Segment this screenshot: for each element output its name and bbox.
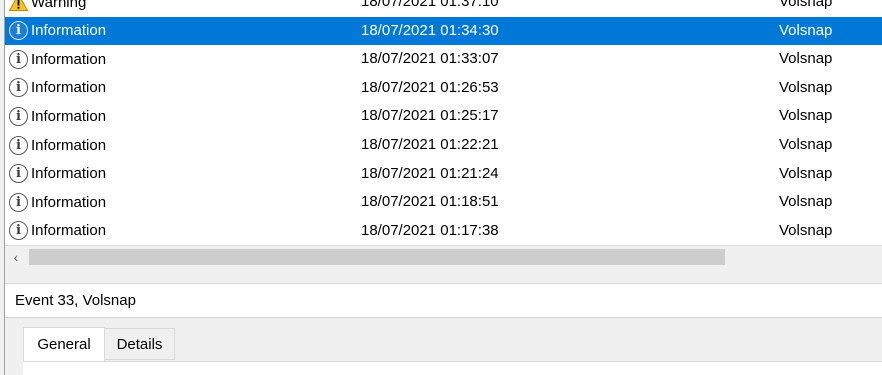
source-cell: Volsnap	[779, 136, 833, 153]
source-cell: Volsnap	[779, 164, 833, 182]
source-cell: Volsnap	[779, 50, 833, 68]
event-row[interactable]: i Information 18/07/2021 01:17:38 Volsnap	[5, 217, 882, 245]
event-row[interactable]: Warning 18/07/2021 01:37:10 Volsnap	[5, 0, 882, 16]
level-text: Information	[31, 79, 107, 97]
level-cell: i Information	[9, 102, 106, 130]
level-cell: i Information	[9, 74, 106, 102]
level-cell: i Information	[9, 188, 106, 216]
source-cell: Volsnap	[779, 21, 833, 39]
event-details-tabs: General Details	[5, 318, 882, 375]
source-cell: Volsnap	[779, 0, 833, 10]
event-row[interactable]: i Information 18/07/2021 01:25:17 Volsnap	[5, 102, 882, 130]
info-icon: i	[9, 106, 28, 126]
level-text: Information	[31, 107, 107, 125]
date-time-cell: 18/07/2021 01:21:24	[361, 164, 499, 182]
warning-icon	[9, 0, 28, 11]
date-time-cell: 18/07/2021 01:17:38	[361, 221, 499, 239]
tab-content-panel	[23, 361, 882, 375]
info-icon: i	[9, 49, 28, 69]
event-row[interactable]: i Information 18/07/2021 01:22:21 Volsnap	[5, 131, 882, 159]
info-icon: i	[9, 135, 28, 155]
date-time-cell: 18/07/2021 01:26:53	[361, 78, 499, 96]
info-icon: i	[9, 78, 28, 98]
source-cell: Volsnap	[779, 221, 833, 239]
level-text: Information	[31, 22, 107, 40]
source-cell: Volsnap	[779, 193, 833, 211]
level-cell: i Information	[9, 160, 106, 188]
level-text: Information	[31, 193, 107, 211]
tab-general[interactable]: General	[23, 327, 105, 361]
date-time-cell: 18/07/2021 01:22:21	[361, 136, 499, 153]
source-cell: Volsnap	[779, 78, 833, 96]
info-icon: i	[9, 21, 28, 41]
level-cell: i Information	[9, 217, 106, 245]
info-icon: i	[9, 192, 28, 212]
level-cell: i Information	[9, 17, 106, 45]
scrollbar-thumb[interactable]	[29, 249, 725, 265]
event-details-title: Event 33, Volsnap	[15, 292, 136, 309]
date-time-cell: 18/07/2021 01:34:30	[361, 21, 499, 39]
event-row[interactable]: i Information 18/07/2021 01:33:07 Volsnap	[5, 45, 882, 73]
level-cell: i Information	[9, 131, 106, 159]
source-cell: Volsnap	[779, 107, 833, 125]
event-row[interactable]: i Information 18/07/2021 01:18:51 Volsnap	[5, 188, 882, 216]
event-row[interactable]: i Information 18/07/2021 01:34:30 Volsnap	[5, 16, 882, 45]
date-time-cell: 18/07/2021 01:25:17	[361, 107, 499, 125]
level-text: Information	[31, 165, 107, 183]
horizontal-scrollbar[interactable]: ‹	[5, 245, 882, 267]
tab-details[interactable]: Details	[105, 328, 175, 360]
level-cell: i Information	[9, 45, 106, 73]
event-row[interactable]: i Information 18/07/2021 01:21:24 Volsnap	[5, 160, 882, 188]
level-text: Information	[31, 136, 107, 154]
level-text: Information	[31, 50, 107, 68]
date-time-cell: 18/07/2021 01:18:51	[361, 193, 499, 211]
pane-splitter[interactable]	[5, 267, 882, 283]
date-time-cell: 18/07/2021 01:33:07	[361, 50, 499, 68]
scroll-left-arrow-icon[interactable]: ‹	[7, 246, 25, 268]
level-text: Information	[31, 222, 107, 240]
info-icon: i	[9, 221, 28, 241]
date-time-cell: 18/07/2021 01:37:10	[361, 0, 499, 10]
event-list[interactable]: Warning 18/07/2021 01:37:10 Volsnap i Inform…	[5, 0, 882, 245]
level-cell: Warning	[9, 0, 86, 16]
event-row[interactable]: i Information 18/07/2021 01:26:53 Volsnap	[5, 74, 882, 102]
level-text: Warning	[31, 0, 87, 11]
tab-general-label: General	[37, 336, 91, 353]
tab-details-label: Details	[116, 335, 163, 353]
info-icon: i	[9, 164, 28, 184]
event-details-header: Event 33, Volsnap	[5, 283, 882, 318]
